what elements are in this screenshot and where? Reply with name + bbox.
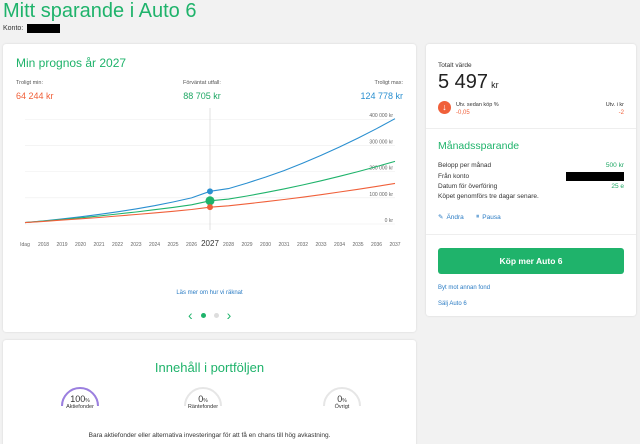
series-point [207,188,213,195]
monthly-amount-row: Belopp per månad 500 kr [438,162,624,169]
monthly-date-value: 25 e [611,183,624,190]
account-redacted [27,24,61,33]
dev-pct-label: Utv. sedan köp % [456,102,499,108]
monthly-date-label: Datum för överföring [438,183,498,190]
y-tick-label: 0 kr [385,218,394,224]
y-tick-label: 200 000 kr [369,166,393,172]
account-label: Konto: [3,25,24,32]
pause-label: Pausa [482,213,501,221]
x-tick-label: 2037 [389,242,400,248]
read-more-link[interactable]: Läs mer om hur vi räknat [3,290,416,296]
x-tick-label: 2032 [297,242,308,248]
arrow-down-icon: ↓ [438,101,451,114]
pager-dot[interactable] [213,312,219,318]
forecast-min: Troligt min: 64 244 kr [16,80,54,101]
monthly-note: Köpet genomförs tre dagar senare. [438,193,539,200]
page-title: Mitt sparande i Auto 6 [3,0,197,22]
from-account-redacted [566,172,624,181]
gauge-bonds: 0% Räntefonder [181,382,225,410]
x-tick-label: 2030 [260,242,271,248]
forecast-title: Min prognos år 2027 [16,56,127,70]
x-tick-label: Idag [20,242,30,248]
forecast-min-value: 64 244 kr [16,91,54,101]
monthly-title: Månadssparande [438,140,520,152]
edit-label: Ändra [446,213,464,221]
x-tick-label: 2025 [167,242,178,248]
dev-kr-value: -2 [618,110,624,116]
monthly-amount-value: 500 kr [605,162,624,169]
monthly-from-label: Från konto [438,173,470,180]
forecast-max-value: 124 778 kr [360,91,403,101]
forecast-card: Min prognos år 2027 Troligt min: 64 244 … [3,44,416,332]
pager-dot-active[interactable] [200,312,206,318]
forecast-chart: 400 000 kr 300 000 kr 200 000 kr 100 000 kr… [20,108,401,248]
gauge-other-label: Övrigt [334,404,350,410]
forecast-min-label: Troligt min: [16,80,43,86]
edit-button[interactable]: ✎ Ändra [438,213,464,222]
account-row: Konto: [3,24,61,33]
divider [426,234,636,235]
gauge-stocks-pct: 100 [70,394,86,404]
x-tick-label: 2031 [278,242,289,248]
x-tick-label: 2033 [315,242,326,248]
pencil-icon: ✎ [438,214,444,221]
portfolio-content-card: Innehåll i portföljen 100% Aktiefonder 0… [3,340,416,444]
forecast-max: Troligt max: 124 778 kr [360,80,403,101]
y-tick-label: 300 000 kr [369,139,393,145]
gauge-other-value: 0% [337,394,347,404]
x-tick-label: 2034 [334,242,345,248]
total-label: Totalt värde [438,62,472,69]
x-tick-label: 2023 [130,242,141,248]
portfolio-note: Bara aktiefonder eller alternativa inves… [88,432,331,439]
pause-button[interactable]: ⏸ Pausa [476,213,501,221]
y-tick-label: 100 000 kr [369,192,393,198]
chart-pager: ‹ › [188,308,231,322]
pause-icon: ⏸ [476,213,480,220]
monthly-note-row: Köpet genomförs tre dagar senare. [438,193,624,200]
y-tick-label: 400 000 kr [369,113,393,119]
gauge-bonds-label: Räntefonder [187,404,219,410]
forecast-expected-label: Förväntat utfall: [183,80,221,86]
forecast-expected-value: 88 705 kr [183,91,221,101]
x-tick-label: 2036 [371,242,382,248]
divider [426,128,636,129]
total-unit: kr [491,80,499,90]
x-tick-label: 2024 [149,242,160,248]
gauge-bonds-value: 0% [198,394,208,404]
x-tick-label: 2019 [56,242,67,248]
x-tick-label: 2035 [352,242,363,248]
chevron-left-icon[interactable]: ‹ [188,308,193,322]
monthly-amount-label: Belopp per månad [438,162,492,169]
forecast-max-label: Troligt max: [374,80,403,86]
series-point [207,204,213,211]
series-point [205,196,215,206]
x-tick-label: 2021 [93,242,104,248]
chevron-right-icon[interactable]: › [227,308,232,322]
monthly-from-row: Från konto [438,172,624,181]
x-tick-label: 2018 [38,242,49,248]
sell-link[interactable]: Sälj Auto 6 [438,301,467,307]
x-tick-label: 2020 [75,242,86,248]
gauge-stocks-value: 100% [70,394,90,404]
x-tick-label: 2027 [201,239,219,248]
total-amount: 5 497 [438,71,489,93]
x-tick-label: 2029 [241,242,252,248]
x-tick-label: 2028 [223,242,234,248]
x-tick-label: 2026 [186,242,197,248]
total-value: 5 497 kr [438,71,499,94]
dev-pct-value: -0,05 [456,110,470,116]
forecast-expected: Förväntat utfall: 88 705 kr [183,80,221,101]
switch-fund-link[interactable]: Byt mot annan fond [438,285,490,291]
buy-more-button[interactable]: Köp mer Auto 6 [438,248,624,274]
x-tick-label: 2022 [112,242,123,248]
gauge-stocks-label: Aktiefonder [66,404,94,410]
gauge-stocks: 100% Aktiefonder [58,382,102,410]
summary-card: Totalt värde 5 497 kr ↓ Utv. sedan köp % … [426,44,636,316]
monthly-date-row: Datum för överföring 25 e [438,183,624,190]
dev-kr-label: Utv. i kr [605,102,624,108]
gauge-other: 0% Övrigt [320,382,364,410]
portfolio-title: Innehåll i portföljen [154,360,265,375]
